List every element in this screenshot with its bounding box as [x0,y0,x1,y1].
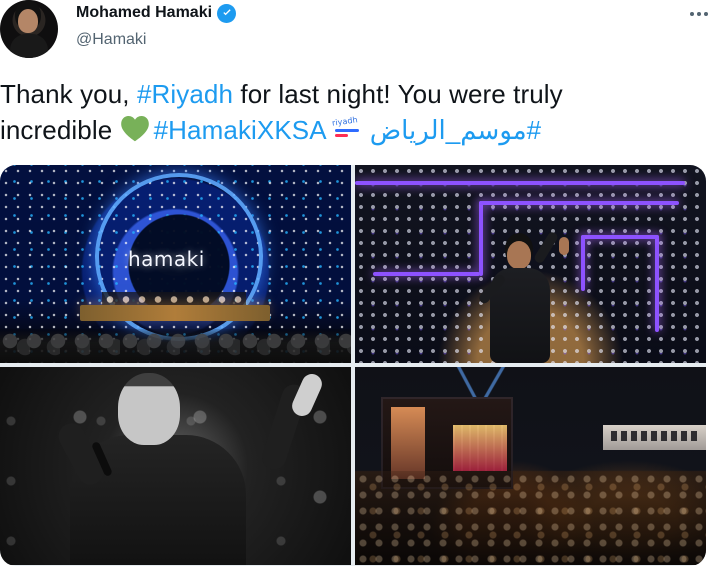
media-photo-3[interactable] [0,367,351,565]
neon-line-graphic [581,235,585,291]
media-grid: hamaki [0,165,706,566]
hashtag-hamakixksa[interactable]: #HamakiXKSA [154,115,327,145]
stage-floor-graphic [80,305,270,321]
building-graphic [603,425,706,450]
stage-screen-center-graphic [453,425,507,471]
stage-title: hamaki [128,247,205,271]
singer-head-graphic [118,373,180,445]
tweet-text-line-2: incredible #HamakiXKSA riyadh #موسم_الري… [0,112,714,148]
crowd-graphic [355,471,706,565]
tweet-text-line-1: Thank you, #Riyadh for last night! You w… [0,76,714,112]
media-photo-4[interactable] [355,367,706,565]
author-name-row: Mohamed Hamaki [76,2,237,24]
green-heart-icon [120,116,150,142]
tweet-author: Mohamed Hamaki @Hamaki [76,2,237,50]
author-display-name[interactable]: Mohamed Hamaki [76,3,212,23]
crowd-graphic [0,329,351,363]
avatar[interactable] [0,0,58,58]
neon-line-graphic [373,272,480,276]
hashtag-riyadh[interactable]: #Riyadh [137,79,233,109]
neon-line-graphic [581,235,659,239]
tweet-text-line2-prefix: incredible [0,115,120,145]
tweet-text: Thank you, #Riyadh for last night! You w… [0,76,714,148]
neon-line-graphic [479,201,679,205]
riyadh-season-badge-icon: riyadh [330,115,364,142]
tweet: Mohamed Hamaki @Hamaki Thank you, #Riyad… [0,0,722,576]
neon-line-graphic [655,235,659,332]
media-photo-2[interactable] [355,165,706,363]
neon-line-graphic [355,181,685,185]
singer-graphic [467,230,573,363]
stage-screen-left-graphic [391,407,425,479]
more-options-icon[interactable] [685,6,713,22]
hashtag-riyadh-season-arabic[interactable]: #موسم_الرياض [370,112,541,148]
verified-badge-icon [217,3,237,23]
media-photo-1[interactable]: hamaki [0,165,351,363]
tweet-text-line1-prefix: Thank you, [0,79,137,109]
author-handle[interactable]: @Hamaki [76,30,236,50]
tweet-text-line1-suffix: for last night! You were truly [233,79,563,109]
